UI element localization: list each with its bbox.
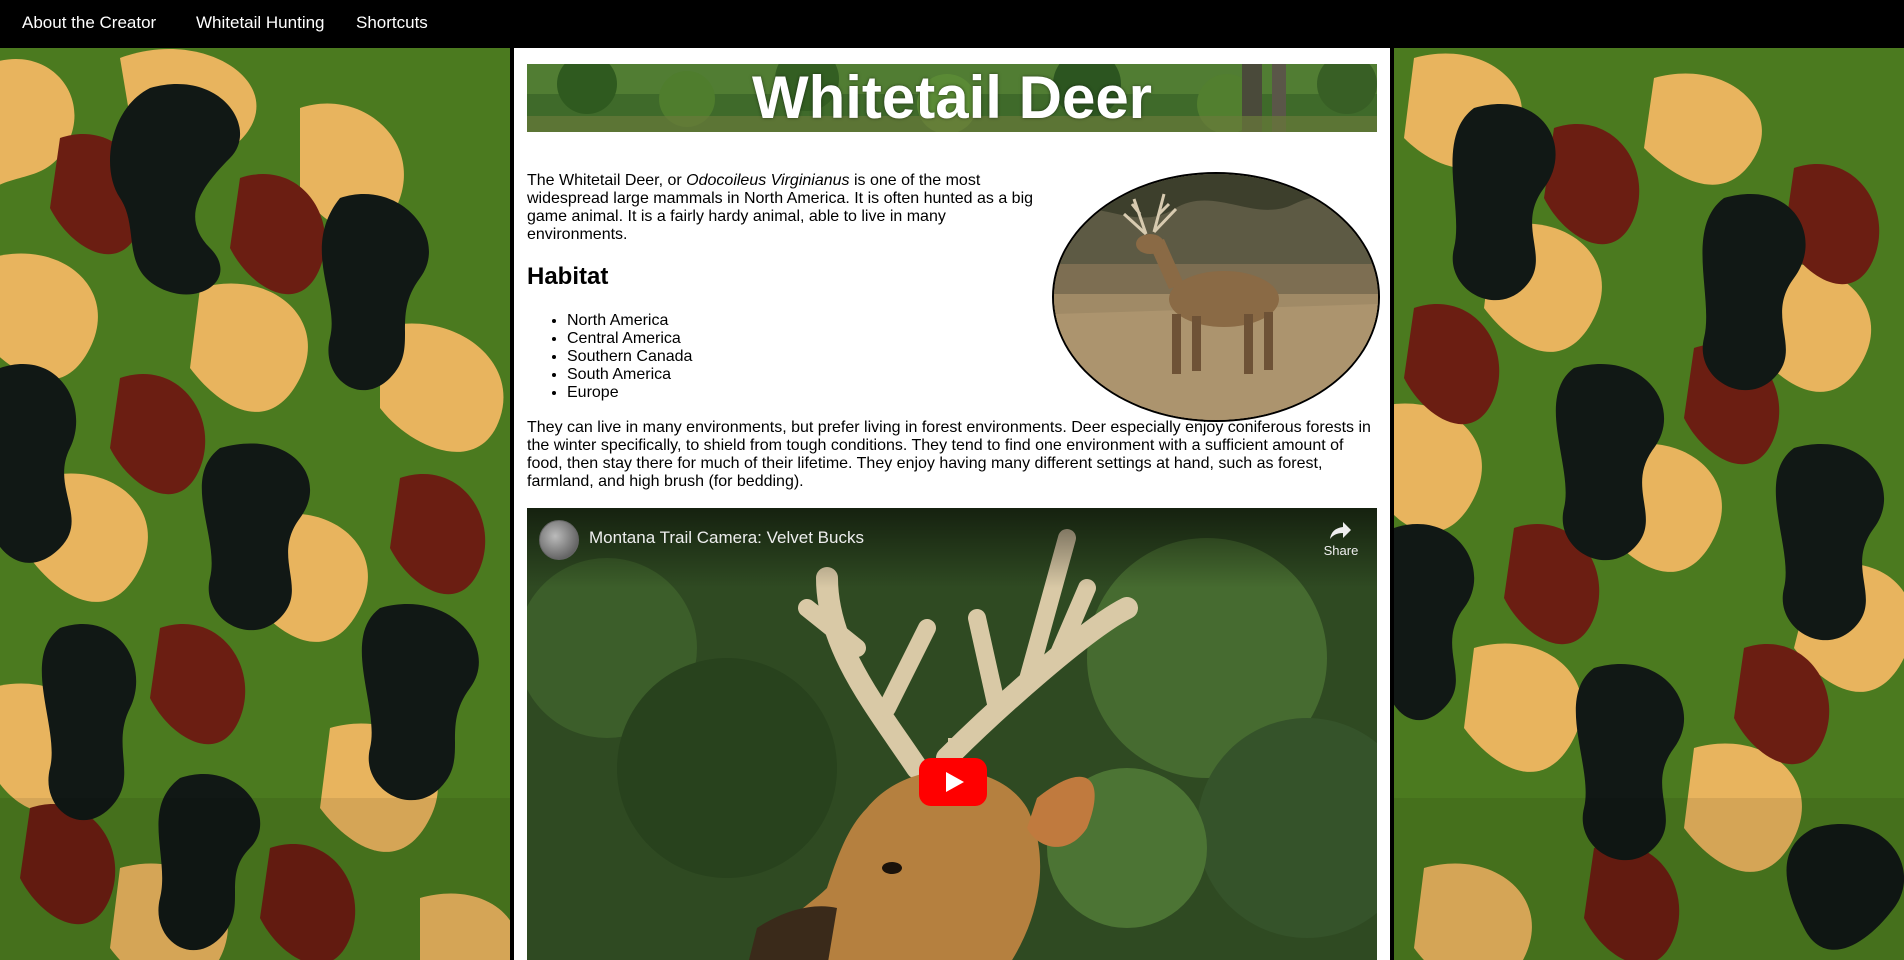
scientific-name: Odocoileus Virginianus	[686, 172, 850, 189]
nav-link-whitetail-hunting[interactable]: Whitetail Hunting	[196, 13, 325, 33]
camo-background-right	[1394, 48, 1904, 960]
top-navbar: About the Creator Whitetail Hunting Shor…	[0, 0, 1904, 48]
youtube-video-player[interactable]: Montana Trail Camera: Velvet Bucks Share	[527, 508, 1377, 960]
page-title: Whitetail Deer	[751, 64, 1153, 131]
habitat-region-list: North America Central America Southern C…	[527, 312, 692, 402]
header-banner: Whitetail Deer	[527, 64, 1377, 132]
video-title-bar	[527, 508, 1377, 588]
whitetail-deer-photo	[1052, 172, 1380, 422]
video-title[interactable]: Montana Trail Camera: Velvet Bucks	[589, 528, 864, 548]
channel-avatar[interactable]	[539, 520, 579, 560]
intro-text-before: The Whitetail Deer, or	[527, 172, 687, 189]
share-icon	[1330, 522, 1351, 539]
play-button[interactable]	[919, 758, 987, 806]
habitat-region: Southern Canada	[567, 348, 692, 366]
main-content: Whitetail Deer The Whitetail Deer, or Od…	[514, 48, 1390, 960]
nav-link-shortcuts[interactable]: Shortcuts	[356, 13, 428, 33]
environments-paragraph: They can live in many environments, but …	[527, 419, 1371, 490]
play-icon	[919, 758, 987, 806]
camo-background-left	[0, 48, 510, 960]
share-label: Share	[1323, 543, 1359, 558]
habitat-region: Central America	[567, 330, 692, 348]
intro-paragraph: The Whitetail Deer, or Odocoileus Virgin…	[527, 172, 1047, 244]
habitat-region: Europe	[567, 384, 692, 402]
habitat-region: North America	[567, 312, 692, 330]
nav-link-about-creator[interactable]: About the Creator	[22, 13, 156, 33]
habitat-heading: Habitat	[527, 263, 609, 290]
share-button[interactable]: Share	[1313, 518, 1369, 568]
habitat-region: South America	[567, 366, 692, 384]
